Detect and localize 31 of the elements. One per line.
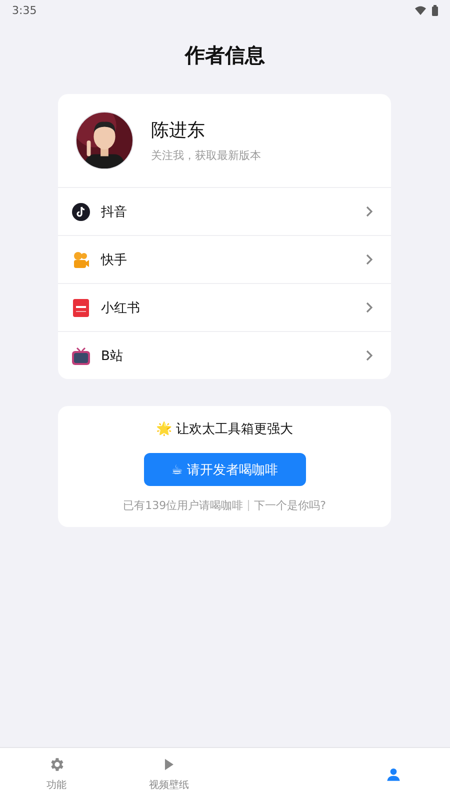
next-supporter-prompt: 下一个是你吗? bbox=[254, 498, 326, 513]
book-icon bbox=[72, 298, 90, 316]
wifi-icon bbox=[415, 6, 426, 14]
nav-label: 视频壁纸 bbox=[148, 778, 189, 792]
chevron-right-icon bbox=[366, 302, 373, 313]
supporter-count: 已有139位用户请喝咖啡 bbox=[123, 498, 244, 513]
nav-label: 功能 bbox=[46, 778, 66, 792]
social-link-row[interactable]: 抖音 bbox=[58, 187, 391, 235]
author-subtitle: 关注我，获取最新版本 bbox=[151, 148, 261, 163]
nav-tab[interactable]: 功能 bbox=[0, 748, 112, 800]
music-note-icon bbox=[72, 202, 90, 220]
status-time: 3:35 bbox=[12, 4, 37, 16]
link-label: 小红书 bbox=[101, 300, 141, 316]
social-link-row[interactable]: B站 bbox=[58, 331, 391, 379]
buy-coffee-button[interactable]: ☕ 请开发者喝咖啡 bbox=[144, 453, 306, 486]
author-name: 陈进东 bbox=[151, 119, 206, 142]
chevron-right-icon bbox=[366, 206, 373, 217]
chevron-right-icon bbox=[366, 254, 373, 265]
social-link-row[interactable]: 快手 bbox=[58, 235, 391, 283]
link-label: 快手 bbox=[101, 252, 128, 268]
tv-icon bbox=[72, 346, 90, 364]
person-icon bbox=[385, 766, 402, 782]
link-label: B站 bbox=[101, 348, 124, 364]
chevron-right-icon bbox=[366, 350, 373, 361]
social-link-row[interactable]: 小红书 bbox=[58, 283, 391, 331]
nav-tab[interactable]: 视频壁纸 bbox=[112, 748, 225, 800]
support-headline: 🌟 让欢太工具箱更强大 bbox=[156, 420, 294, 439]
link-label: 抖音 bbox=[101, 204, 128, 220]
battery-icon bbox=[432, 4, 438, 16]
page-title: 作者信息 bbox=[183, 42, 266, 69]
camera-icon bbox=[72, 250, 90, 268]
